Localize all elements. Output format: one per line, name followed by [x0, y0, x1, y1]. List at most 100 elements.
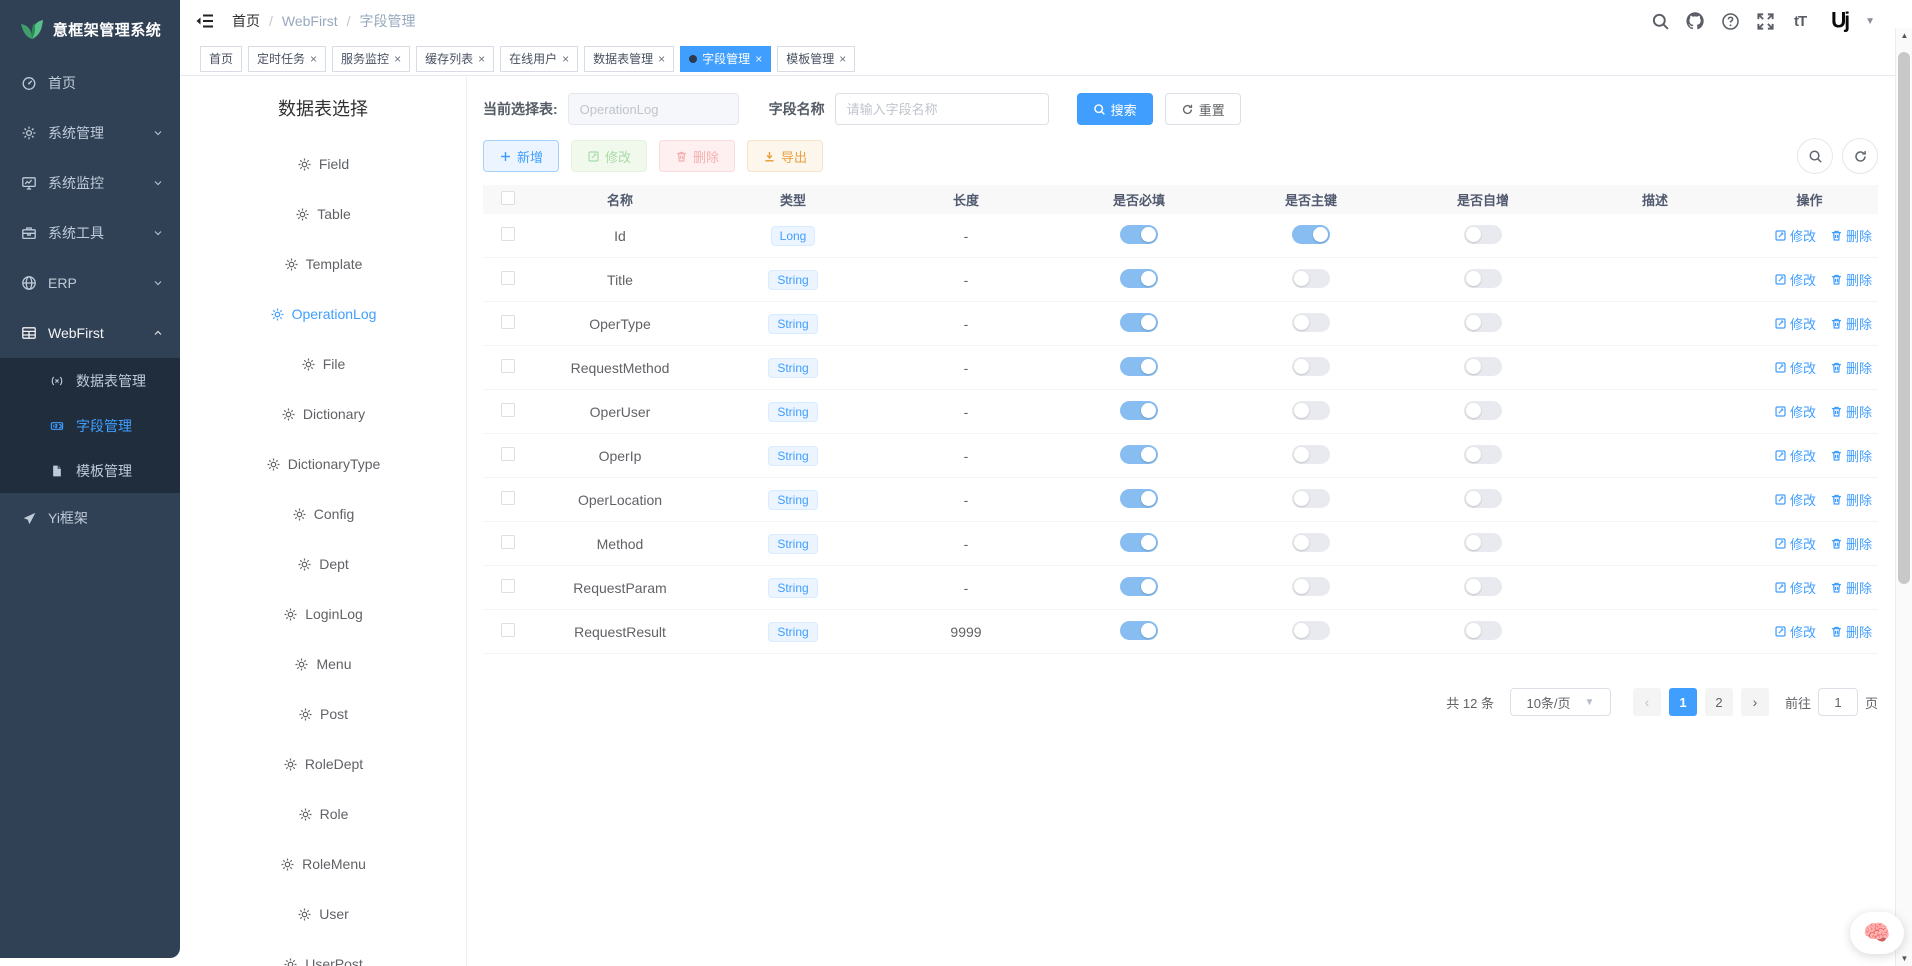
sidebar-item-WebFirst[interactable]: WebFirst	[0, 308, 180, 358]
row-edit-link[interactable]: 修改	[1774, 490, 1816, 509]
edit-button[interactable]: 修改	[571, 140, 647, 172]
close-icon[interactable]: ×	[755, 53, 762, 65]
close-icon[interactable]: ×	[394, 53, 401, 65]
close-icon[interactable]: ×	[310, 53, 317, 65]
tree-item-RoleMenu[interactable]: RoleMenu	[180, 839, 466, 889]
sidebar-item-ERP[interactable]: ERP	[0, 258, 180, 308]
tab-服务监控[interactable]: 服务监控×	[332, 46, 410, 72]
row-checkbox[interactable]	[501, 579, 515, 593]
tree-item-Post[interactable]: Post	[180, 689, 466, 739]
toggle-search-icon[interactable]	[1797, 138, 1833, 174]
toggle-switch[interactable]	[1464, 489, 1502, 508]
toggle-switch[interactable]	[1464, 533, 1502, 552]
toggle-switch[interactable]	[1120, 401, 1158, 420]
tree-item-Field[interactable]: Field	[180, 139, 466, 189]
toggle-switch[interactable]	[1464, 225, 1502, 244]
page-button-1[interactable]: 1	[1669, 688, 1697, 716]
row-checkbox[interactable]	[501, 623, 515, 637]
row-edit-link[interactable]: 修改	[1774, 446, 1816, 465]
fullscreen-icon[interactable]	[1755, 11, 1775, 31]
toggle-switch[interactable]	[1464, 269, 1502, 288]
row-checkbox[interactable]	[501, 227, 515, 241]
row-delete-link[interactable]: 删除	[1830, 358, 1872, 377]
sidebar-item-Yi框架[interactable]: Yi框架	[0, 493, 180, 543]
toggle-switch[interactable]	[1464, 621, 1502, 640]
help-icon[interactable]	[1720, 11, 1740, 31]
toggle-switch[interactable]	[1292, 225, 1330, 244]
select-all-checkbox[interactable]	[501, 191, 515, 205]
caret-down-icon[interactable]: ▼	[1865, 16, 1875, 27]
scrollbar-thumb[interactable]	[1898, 52, 1910, 584]
tab-数据表管理[interactable]: 数据表管理×	[584, 46, 674, 72]
toggle-switch[interactable]	[1292, 533, 1330, 552]
row-delete-link[interactable]: 删除	[1830, 270, 1872, 289]
sidebar-subitem-字段管理[interactable]: 字段管理	[0, 403, 180, 448]
toggle-switch[interactable]	[1120, 533, 1158, 552]
sidebar-item-系统管理[interactable]: 系统管理	[0, 108, 180, 158]
field-name-input[interactable]	[835, 93, 1049, 125]
tree-item-Table[interactable]: Table	[180, 189, 466, 239]
export-button[interactable]: 导出	[747, 140, 823, 172]
tab-定时任务[interactable]: 定时任务×	[248, 46, 326, 72]
row-delete-link[interactable]: 删除	[1830, 490, 1872, 509]
scroll-down-arrow[interactable]: ▼	[1896, 951, 1912, 966]
page-button-2[interactable]: 2	[1705, 688, 1733, 716]
close-icon[interactable]: ×	[839, 53, 846, 65]
scroll-up-arrow[interactable]: ▲	[1896, 28, 1912, 43]
close-icon[interactable]: ×	[478, 53, 485, 65]
row-checkbox[interactable]	[501, 315, 515, 329]
tree-item-RoleDept[interactable]: RoleDept	[180, 739, 466, 789]
tree-item-UserPost[interactable]: UserPost	[180, 939, 466, 966]
row-checkbox[interactable]	[501, 403, 515, 417]
toggle-switch[interactable]	[1292, 489, 1330, 508]
row-delete-link[interactable]: 删除	[1830, 578, 1872, 597]
toggle-switch[interactable]	[1464, 401, 1502, 420]
row-delete-link[interactable]: 删除	[1830, 314, 1872, 333]
tab-字段管理[interactable]: 字段管理×	[680, 46, 771, 72]
tree-item-Config[interactable]: Config	[180, 489, 466, 539]
tab-在线用户[interactable]: 在线用户×	[500, 46, 578, 72]
toggle-switch[interactable]	[1292, 357, 1330, 376]
toggle-switch[interactable]	[1292, 313, 1330, 332]
ai-assistant-button[interactable]: 🧠	[1850, 912, 1904, 954]
row-edit-link[interactable]: 修改	[1774, 314, 1816, 333]
toggle-switch[interactable]	[1120, 269, 1158, 288]
row-delete-link[interactable]: 删除	[1830, 402, 1872, 421]
github-icon[interactable]	[1685, 11, 1705, 31]
close-icon[interactable]: ×	[658, 53, 665, 65]
toggle-switch[interactable]	[1292, 621, 1330, 640]
toggle-switch[interactable]	[1120, 577, 1158, 596]
sidebar-item-系统监控[interactable]: 系统监控	[0, 158, 180, 208]
tab-缓存列表[interactable]: 缓存列表×	[416, 46, 494, 72]
page-size-select[interactable]: 10条/页 ▼	[1510, 688, 1611, 716]
tree-item-File[interactable]: File	[180, 339, 466, 389]
reset-button[interactable]: 重置	[1165, 93, 1241, 125]
row-delete-link[interactable]: 删除	[1830, 446, 1872, 465]
delete-button[interactable]: 删除	[659, 140, 735, 172]
tree-item-Template[interactable]: Template	[180, 239, 466, 289]
tree-item-Menu[interactable]: Menu	[180, 639, 466, 689]
font-size-icon[interactable]: tT	[1790, 11, 1810, 31]
search-button[interactable]: 搜索	[1077, 93, 1153, 125]
row-edit-link[interactable]: 修改	[1774, 578, 1816, 597]
toggle-switch[interactable]	[1292, 401, 1330, 420]
prev-page-button[interactable]: ‹	[1633, 688, 1661, 716]
row-checkbox[interactable]	[501, 359, 515, 373]
tree-item-Dictionary[interactable]: Dictionary	[180, 389, 466, 439]
search-icon[interactable]	[1650, 11, 1670, 31]
goto-page-input[interactable]	[1818, 688, 1858, 716]
row-checkbox[interactable]	[501, 535, 515, 549]
toggle-switch[interactable]	[1120, 225, 1158, 244]
toggle-switch[interactable]	[1464, 357, 1502, 376]
toggle-switch[interactable]	[1120, 489, 1158, 508]
sidebar-subitem-数据表管理[interactable]: 数据表管理	[0, 358, 180, 403]
sidebar-item-系统工具[interactable]: 系统工具	[0, 208, 180, 258]
toggle-switch[interactable]	[1292, 269, 1330, 288]
row-checkbox[interactable]	[501, 491, 515, 505]
tab-模板管理[interactable]: 模板管理×	[777, 46, 855, 72]
row-edit-link[interactable]: 修改	[1774, 358, 1816, 377]
page-scrollbar[interactable]: ▲ ▼	[1895, 28, 1912, 966]
tree-item-User[interactable]: User	[180, 889, 466, 939]
tab-首页[interactable]: 首页	[200, 46, 242, 72]
row-delete-link[interactable]: 删除	[1830, 622, 1872, 641]
